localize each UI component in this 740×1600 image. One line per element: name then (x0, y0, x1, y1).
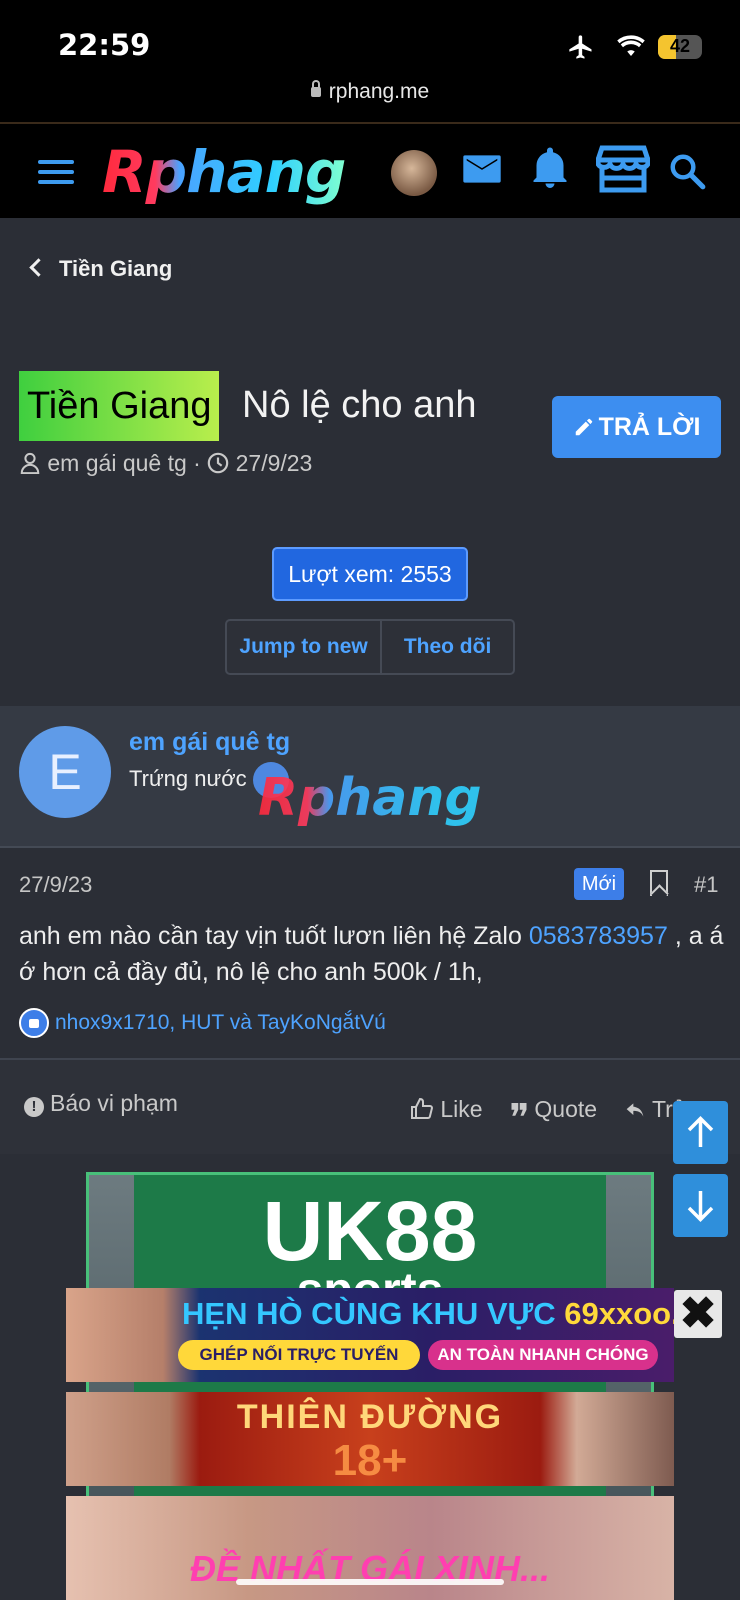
site-logo[interactable]: Rphang (102, 138, 346, 206)
chevron-left-icon (29, 258, 48, 277)
thumbs-up-outline-icon (411, 1097, 434, 1119)
post-date[interactable]: 27/9/23 (19, 872, 92, 898)
bell-icon[interactable] (532, 146, 568, 188)
airplane-icon (569, 35, 592, 59)
post-message: anh em nào cần tay vịn tuốt lươn liên hệ… (19, 918, 724, 990)
close-ad-button[interactable]: ✖ (674, 1290, 722, 1338)
breadcrumb[interactable]: Tiền Giang (29, 256, 173, 282)
reply-icon (626, 1103, 644, 1117)
store-icon[interactable] (596, 144, 650, 194)
scroll-bottom-button[interactable] (673, 1174, 728, 1237)
ad-banner-thien-duong[interactable]: THIÊN ĐƯỜNG 18+ (66, 1392, 674, 1486)
ad1-headline: HẸN HÒ CÙNG KHU VỰC 69xxoo.cc (182, 1296, 674, 1332)
report-label: Báo vi phạm (50, 1090, 178, 1116)
user-icon (20, 452, 40, 475)
wifi-icon (617, 35, 645, 56)
thread-meta: em gái quê tg · 27/9/23 (19, 450, 312, 477)
arrow-down-icon (687, 1191, 714, 1222)
thread-prefix[interactable]: Tiền Giang (19, 371, 220, 441)
reactions-bar[interactable]: nhox9x1710, HUT và TayKoNgắtVú (19, 1008, 386, 1038)
pencil-icon (575, 418, 592, 436)
report-link[interactable]: ! Báo vi phạm (24, 1090, 178, 1117)
reply-button[interactable]: TRẢ LỜI (552, 396, 721, 458)
site-header: Rphang (0, 122, 740, 218)
post-action-bar: !Báo vi phạm Like Quote Trả lời (0, 1058, 740, 1154)
post-phone-link[interactable]: 0583783957 (529, 922, 668, 950)
url-text: rphang.me (328, 80, 430, 103)
like-button[interactable]: Like (410, 1096, 483, 1123)
search-icon[interactable] (668, 152, 706, 190)
alert-icon: ! (24, 1097, 44, 1117)
post-text-before: anh em nào cần tay vịn tuốt lươn liên hệ… (19, 922, 529, 950)
bookmark-icon[interactable] (650, 870, 668, 896)
home-indicator (236, 1579, 504, 1585)
ad2-number: 18+ (332, 1436, 408, 1485)
post-username[interactable]: em gái quê tg (129, 728, 290, 757)
watermark-logo: Rphang (258, 768, 482, 828)
thread-author[interactable]: em gái quê tg (47, 450, 186, 476)
jump-to-new-button[interactable]: Jump to new (227, 621, 383, 673)
battery-indicator: 42 (658, 35, 702, 59)
quote-button[interactable]: Quote (510, 1096, 597, 1123)
post-user-rank: Trứng nước (129, 766, 247, 791)
quote-label: Quote (534, 1096, 598, 1122)
ad-banner-dating[interactable]: HẸN HÒ CÙNG KHU VỰC 69xxoo.cc GHÉP NỐI T… (66, 1288, 674, 1382)
quote-icon (511, 1103, 527, 1116)
meta-separator: · (193, 450, 201, 476)
new-badge: Mới (574, 868, 624, 900)
views-badge: Lượt xem: 2553 (272, 547, 468, 601)
ad1-head-text: HẸN HÒ CÙNG KHU VỰC (182, 1296, 556, 1331)
status-time: 22:59 (58, 28, 151, 62)
like-label: Like (440, 1096, 483, 1122)
mail-icon[interactable] (461, 152, 503, 186)
follow-button[interactable]: Theo dõi (382, 621, 513, 673)
thread-date: 27/9/23 (235, 450, 313, 476)
ad2-headline: THIÊN ĐƯỜNG (236, 1398, 504, 1436)
menu-icon[interactable] (38, 158, 76, 186)
scroll-top-button[interactable] (673, 1101, 728, 1164)
clock-icon (207, 452, 229, 474)
thumbs-up-icon (19, 1008, 49, 1038)
ad1-pill-right: AN TOÀN NHANH CHÓNG (428, 1340, 658, 1370)
battery-level: 42 (669, 36, 691, 56)
address-bar[interactable]: rphang.me (0, 80, 740, 104)
ad1-pill-left: GHÉP NỐI TRỰC TUYẾN (178, 1340, 420, 1370)
breadcrumb-label: Tiền Giang (59, 256, 173, 281)
ad1-domain: 69xxoo.cc (564, 1296, 674, 1331)
arrow-up-icon (687, 1116, 714, 1147)
reactions-list[interactable]: nhox9x1710, HUT và TayKoNgắtVú (55, 1011, 386, 1035)
post-author-block: E em gái quê tg Trứng nước Rphang (0, 706, 740, 848)
page-title: Nô lệ cho anh (242, 384, 477, 426)
thread-button-group: Jump to new Theo dõi (225, 619, 515, 675)
reply-button-label: TRẢ LỜI (598, 413, 701, 441)
status-bar: 22:59 42 rphang.me (0, 0, 740, 122)
post-avatar[interactable]: E (19, 726, 111, 818)
lock-icon (310, 80, 321, 97)
user-avatar[interactable] (391, 150, 437, 196)
post-number[interactable]: #1 (694, 872, 718, 898)
